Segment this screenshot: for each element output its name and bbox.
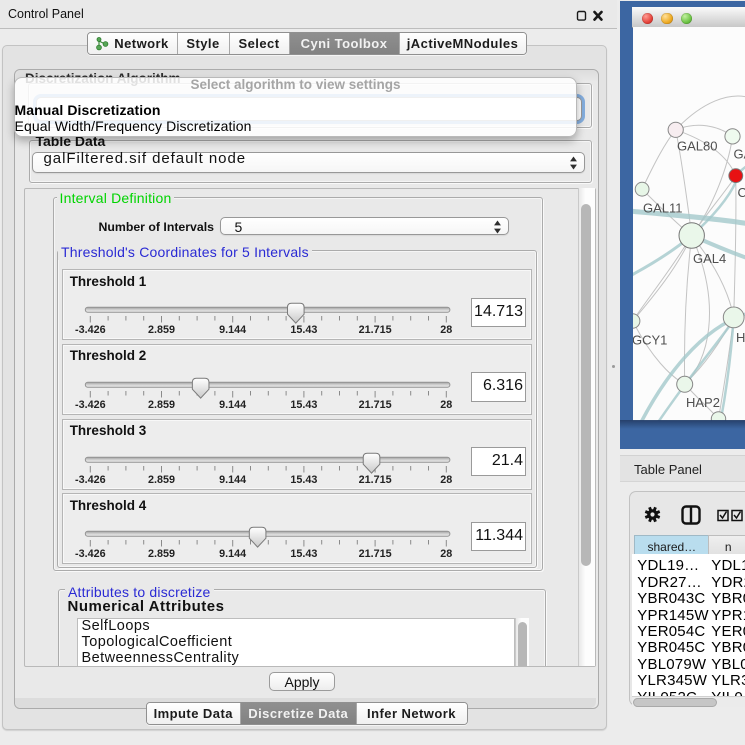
svg-text:GAL4: GAL4: [693, 251, 726, 266]
svg-text:-3.426: -3.426: [75, 474, 106, 486]
svg-text:9.144: 9.144: [219, 399, 246, 411]
svg-text:9.144: 9.144: [219, 474, 246, 486]
svg-text:15.43: 15.43: [290, 399, 317, 411]
svg-text:15.43: 15.43: [290, 324, 317, 336]
svg-text:GAL80: GAL80: [677, 139, 717, 154]
svg-text:2.859: 2.859: [148, 324, 175, 336]
svg-text:HAP2: HAP2: [686, 395, 720, 410]
svg-text:21.715: 21.715: [358, 399, 391, 411]
svg-text:GA: GA: [733, 147, 745, 162]
svg-text:-3.426: -3.426: [75, 548, 106, 560]
svg-text:21.715: 21.715: [358, 548, 391, 560]
svg-text:21.715: 21.715: [358, 474, 391, 486]
svg-text:-3.426: -3.426: [75, 399, 106, 411]
svg-text:28: 28: [440, 548, 452, 560]
svg-text:28: 28: [440, 399, 452, 411]
svg-text:GCY1: GCY1: [633, 333, 667, 348]
svg-text:H: H: [736, 330, 745, 345]
svg-text:9.144: 9.144: [219, 324, 246, 336]
svg-text:2.859: 2.859: [148, 474, 175, 486]
svg-text:15.43: 15.43: [290, 548, 317, 560]
svg-text:-3.426: -3.426: [75, 324, 106, 336]
svg-text:GAL11: GAL11: [643, 201, 683, 216]
svg-text:28: 28: [440, 324, 452, 336]
svg-text:2.859: 2.859: [148, 399, 175, 411]
svg-text:9.144: 9.144: [219, 548, 246, 560]
svg-text:15.43: 15.43: [290, 474, 317, 486]
svg-text:28: 28: [440, 474, 452, 486]
svg-text:21.715: 21.715: [358, 324, 391, 336]
svg-text:2.859: 2.859: [148, 548, 175, 560]
svg-text:C: C: [737, 185, 745, 200]
